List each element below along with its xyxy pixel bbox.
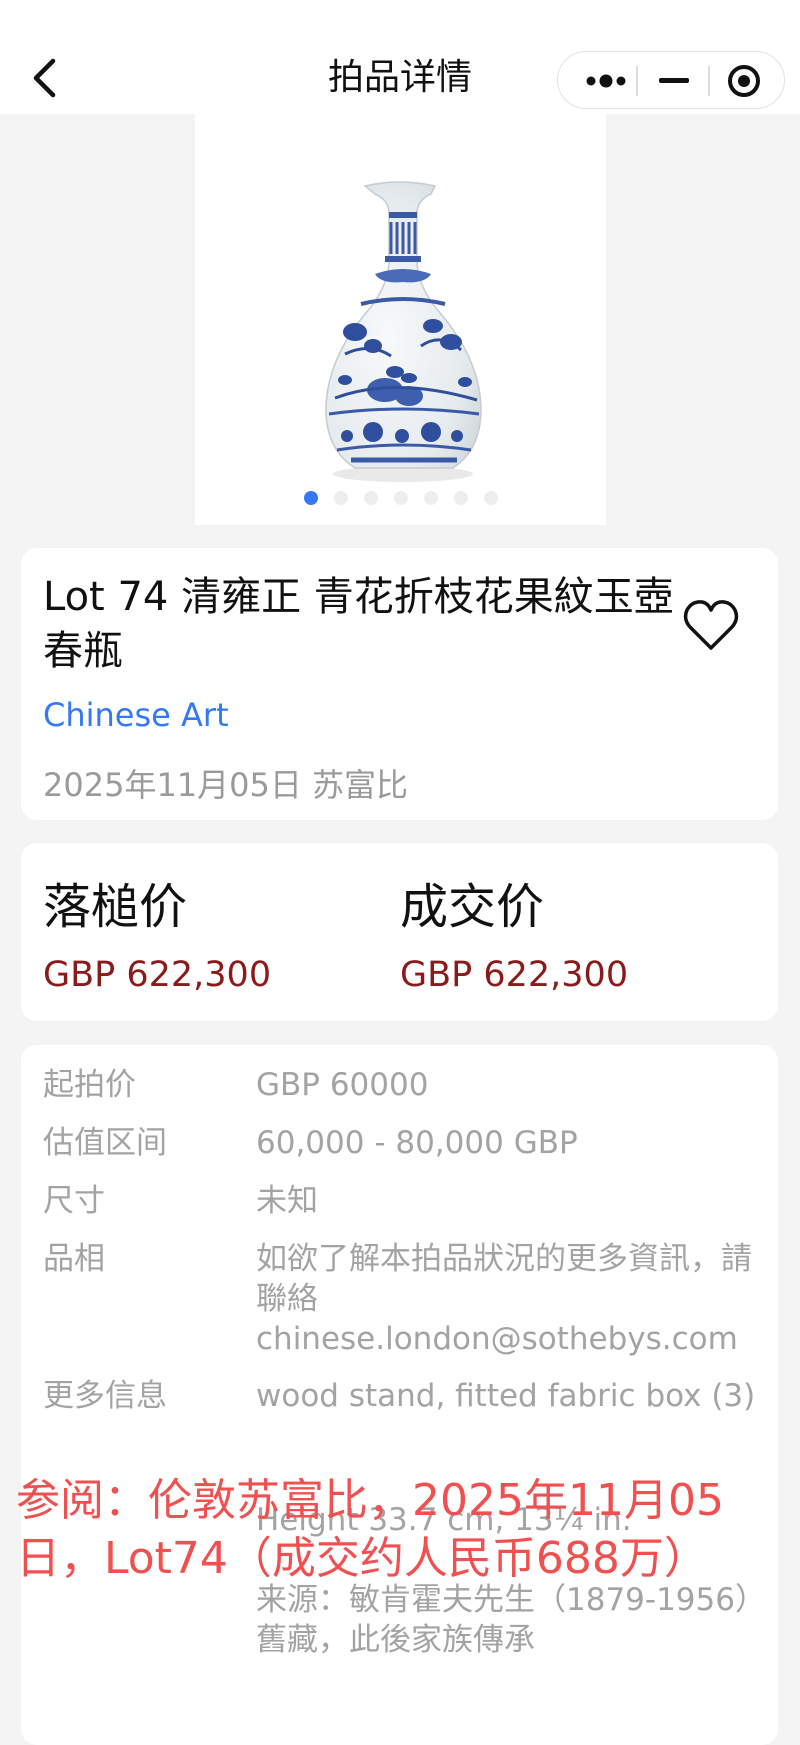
gallery-dot[interactable] — [483, 491, 498, 505]
detail-value: 未知 — [256, 1183, 318, 1219]
mini-program-capsule — [557, 51, 785, 109]
more-dots-icon — [586, 74, 626, 88]
detail-value: 60,000 - 80,000 GBP — [256, 1125, 578, 1161]
deal-price-label: 成交价 — [400, 879, 545, 935]
detail-key: 估值区间 — [43, 1125, 167, 1161]
lot-image-gallery[interactable] — [195, 114, 606, 525]
detail-key: 起拍价 — [43, 1067, 136, 1103]
details-card: 起拍价 GBP 60000 估值区间 60,000 - 80,000 GBP 尺… — [21, 1045, 778, 1745]
hammer-price-label: 落槌价 — [43, 879, 188, 935]
gallery-pagination — [195, 491, 606, 505]
gallery-dot[interactable] — [333, 491, 348, 505]
lot-info-card: Lot 74 清雍正 青花折枝花果紋玉壺春瓶 Chinese Art 2025年… — [21, 548, 778, 820]
capsule-divider — [708, 66, 710, 96]
minimize-button[interactable] — [642, 52, 706, 110]
gallery-dot[interactable] — [363, 491, 378, 505]
hammer-price-value: GBP 622,300 — [43, 955, 272, 995]
capsule-divider — [636, 66, 638, 96]
detail-key: 品相 — [43, 1241, 105, 1277]
navigation-bar: 拍品详情 — [0, 0, 800, 114]
more-button[interactable] — [576, 52, 636, 110]
detail-value: 来源：敏肯霍夫先生（1879-1956）舊藏，此後家族傳承 — [256, 1582, 751, 1658]
reference-watermark: 参阅：伦敦苏富比，2025年11月05日，Lot74（成交约人民币688万） — [16, 1475, 724, 1584]
detail-key: 更多信息 — [43, 1378, 167, 1414]
deal-price-value: GBP 622,300 — [400, 955, 629, 995]
category-link[interactable]: Chinese Art — [43, 696, 229, 734]
detail-key: 尺寸 — [43, 1183, 105, 1219]
price-card: 落槌价 GBP 622,300 成交价 GBP 622,300 — [21, 843, 778, 1021]
gallery-dot[interactable] — [423, 491, 438, 505]
minimize-icon — [659, 78, 689, 83]
gallery-dot[interactable] — [453, 491, 468, 505]
vase-image — [325, 181, 482, 482]
lot-title: Lot 74 清雍正 青花折枝花果紋玉壺春瓶 — [43, 574, 674, 674]
close-button[interactable] — [714, 52, 774, 110]
auction-date-house: 2025年11月05日 苏富比 — [43, 766, 409, 804]
detail-value: wood stand, fitted fabric box (3) — [256, 1378, 756, 1414]
gallery-dot[interactable] — [393, 491, 408, 505]
heart-outline-icon — [683, 600, 739, 650]
close-target-icon — [728, 65, 760, 97]
gallery-dot[interactable] — [303, 491, 318, 505]
detail-value: GBP 60000 — [256, 1067, 429, 1103]
detail-value: 如欲了解本拍品狀況的更多資訊，請聯絡 chinese.london@sotheb… — [256, 1241, 752, 1357]
favorite-button[interactable] — [681, 596, 741, 656]
